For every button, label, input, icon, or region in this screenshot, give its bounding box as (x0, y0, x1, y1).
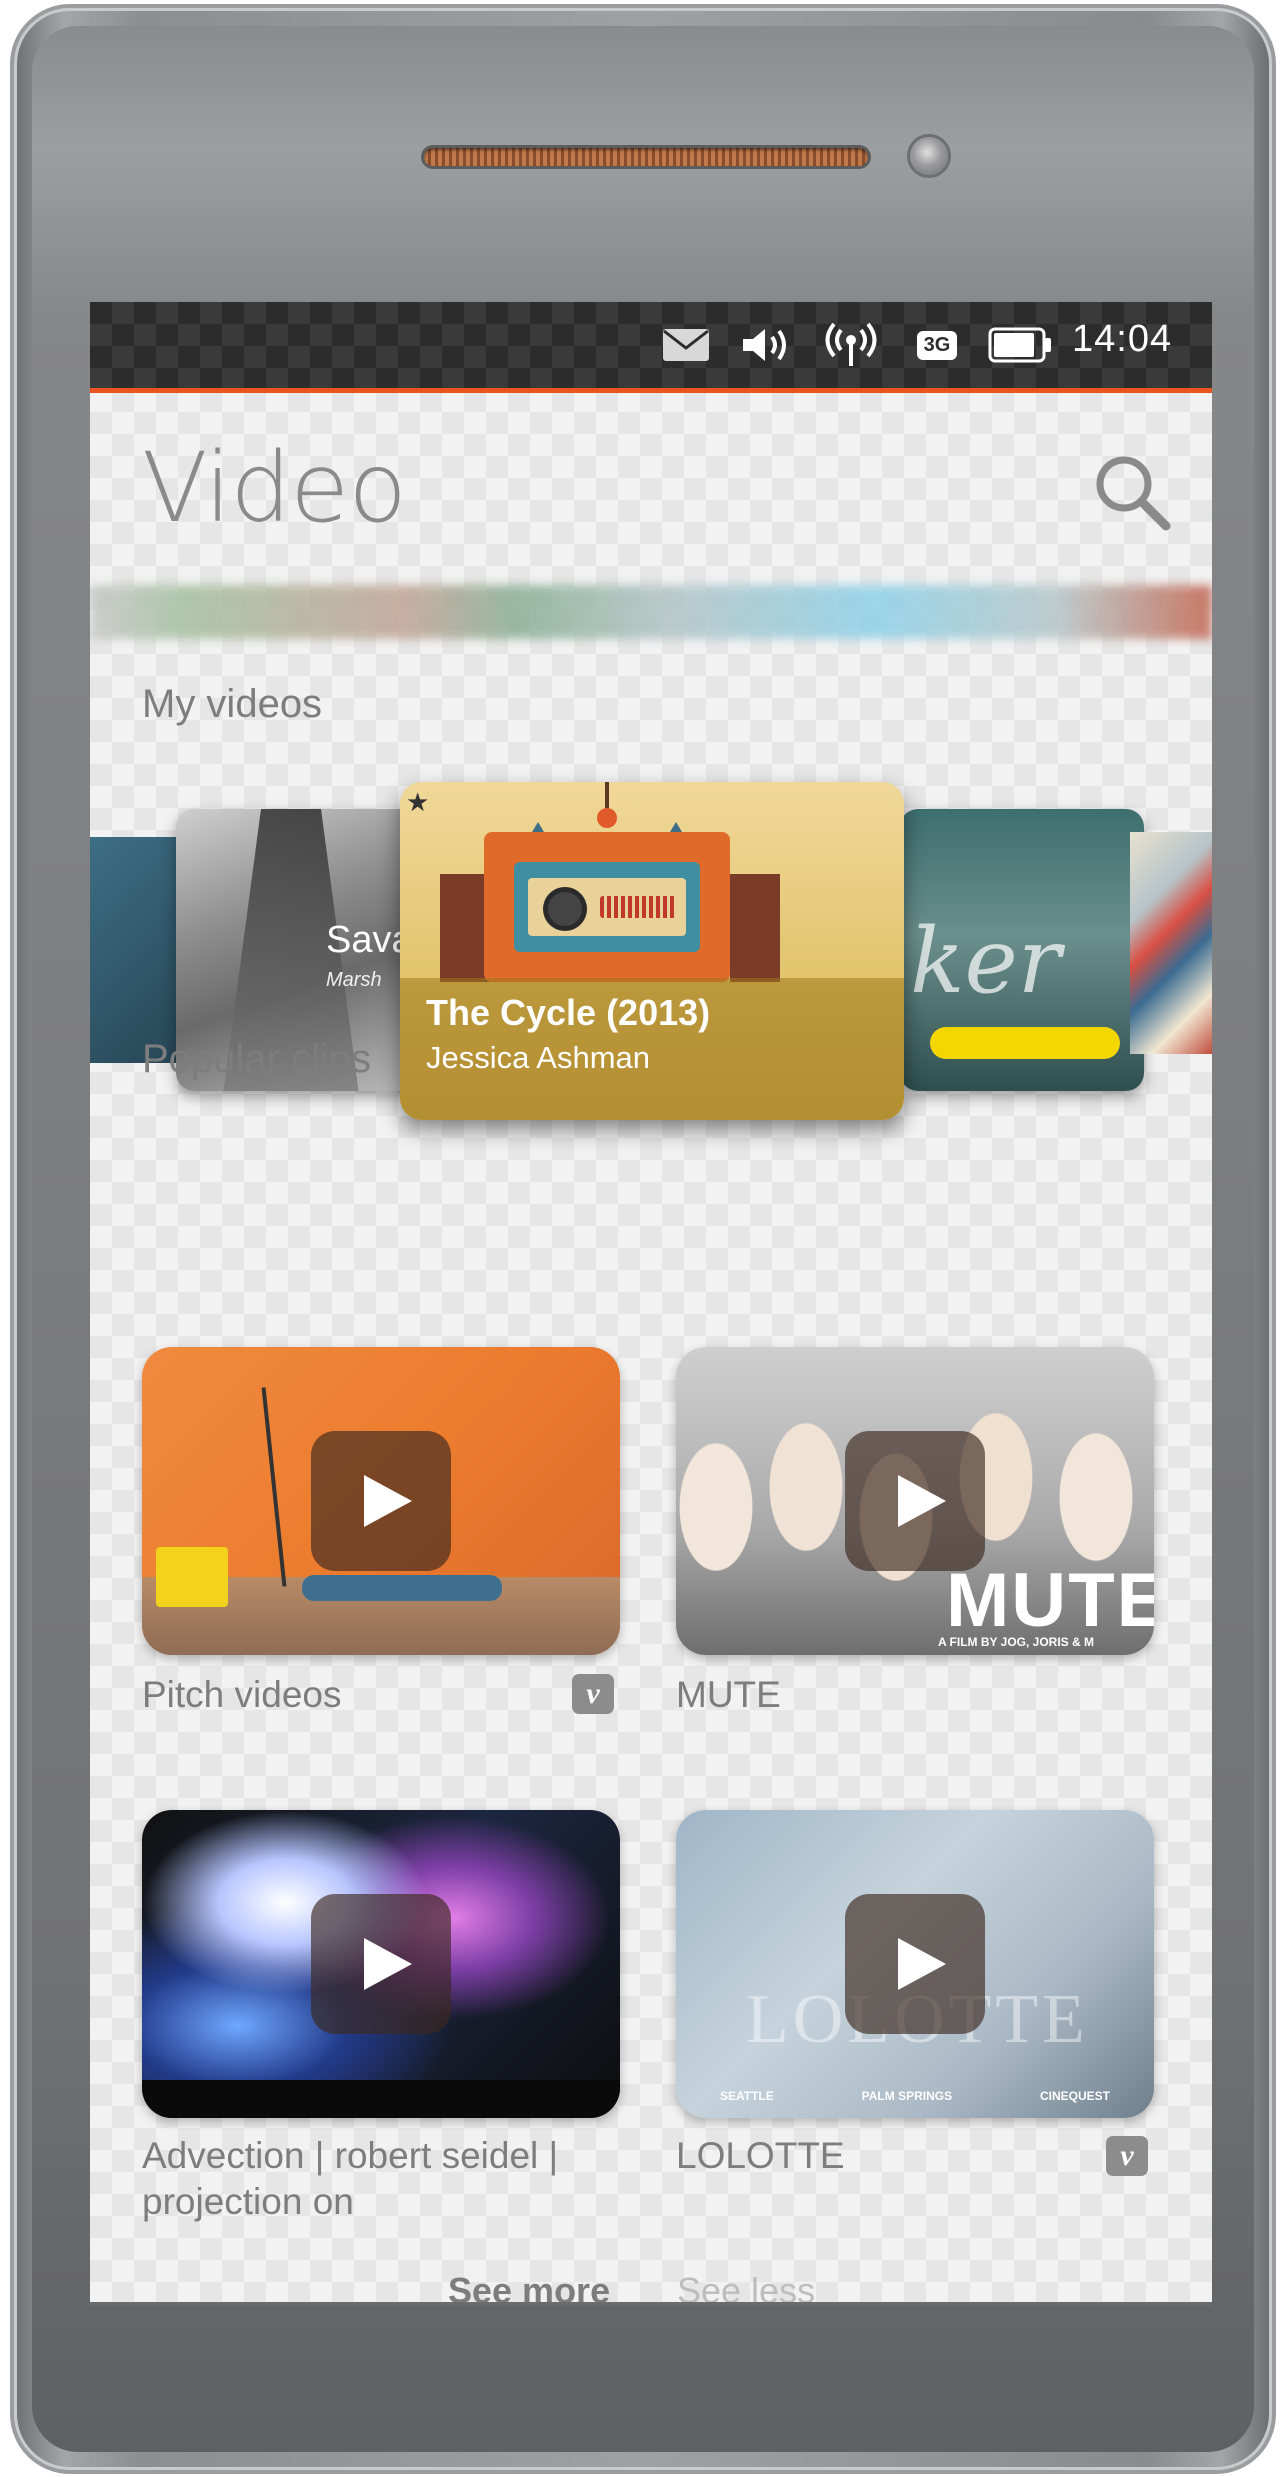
play-button[interactable] (845, 1894, 985, 2034)
video-card-bike[interactable]: ker (900, 809, 1144, 1091)
network-icon[interactable] (823, 322, 879, 366)
card-title: The Cycle (2013) (426, 992, 711, 1033)
video-card-edge-right[interactable] (1130, 832, 1212, 1054)
clip-thumbnail-mute[interactable]: MUTE A FILM BY JOG, JORIS & M (676, 1347, 1154, 1655)
thumbnail-block (730, 874, 780, 982)
search-icon (1096, 456, 1171, 531)
play-button[interactable] (311, 1894, 451, 2034)
network-type-label: 3G (916, 330, 958, 360)
section-popular-clips-label: Popular clips (142, 1037, 372, 1081)
clip-title[interactable]: Advection | robert seidel | projection o… (142, 2133, 562, 2225)
thumbnail-yellow-band (930, 1027, 1120, 1059)
status-bar[interactable]: 3G 14:04 (90, 302, 1212, 393)
front-camera (910, 137, 948, 175)
thumbnail-mop (261, 1387, 287, 1587)
clip-thumbnail-lolotte[interactable]: LOLOTTE SEATTLE PALM SPRINGS CINEQUEST (676, 1810, 1154, 2118)
play-icon (898, 1938, 946, 1990)
page-title: Video (142, 432, 407, 544)
clip-title[interactable]: LOLOTTE (676, 2133, 845, 2179)
play-button[interactable] (845, 1431, 985, 1571)
thumbnail-laurels: SEATTLE PALM SPRINGS CINEQUEST (676, 2078, 1154, 2114)
thumbnail-script-art: ker (910, 909, 1061, 1014)
3g-icon[interactable]: 3G (908, 324, 966, 366)
department-strip[interactable] (90, 585, 1212, 639)
video-card-edge-left[interactable] (90, 837, 178, 1063)
thumbnail-credit-text: A FILM BY JOG, JORIS & M (938, 1635, 1095, 1649)
clip-title[interactable]: Pitch videos (142, 1672, 342, 1718)
favorite-icon: ★ (406, 788, 430, 818)
play-icon (898, 1475, 946, 1527)
laurel-text: CINEQUEST (1040, 2089, 1111, 2103)
mail-icon[interactable] (658, 324, 714, 366)
play-icon (364, 1938, 412, 1990)
card-subtitle: Jessica Ashman (426, 1040, 650, 1075)
thumbnail-silhouette (142, 2080, 620, 2118)
section-my-videos-label: My videos (142, 682, 323, 726)
play-button[interactable] (311, 1431, 451, 1571)
volume-icon[interactable] (738, 324, 796, 366)
thumbnail-robot (484, 832, 730, 982)
see-less-button[interactable]: See less (677, 2270, 815, 2302)
video-card-the-cycle[interactable]: ★ The Cycle (2013) Jessica Ashman (400, 782, 904, 1120)
earpiece-speaker (424, 148, 868, 166)
vimeo-icon: v (572, 1674, 614, 1714)
thumbnail-subtitle: Marsh (326, 969, 382, 991)
clip-thumbnail-advection[interactable] (142, 1810, 620, 2118)
play-icon (364, 1475, 412, 1527)
thumbnail-block (440, 874, 490, 982)
status-clock[interactable]: 14:04 (1072, 318, 1172, 361)
screen-bottom-edge (90, 2302, 1212, 2306)
laurel-text: PALM SPRINGS (861, 2089, 953, 2103)
battery-icon[interactable] (986, 324, 1056, 366)
thumbnail-bucket (156, 1547, 228, 1607)
clip-title[interactable]: MUTE (676, 1672, 781, 1718)
vimeo-icon: v (1106, 2136, 1148, 2176)
clip-thumbnail-pitch-videos[interactable] (142, 1347, 620, 1655)
thumbnail-antenna (597, 782, 617, 828)
laurel-text: SEATTLE (719, 2089, 774, 2103)
screen: 3G 14:04 Video My videos Sava Marsh ker … (90, 302, 1212, 2302)
see-more-button[interactable]: See more (448, 2270, 610, 2302)
search-button[interactable] (1090, 450, 1174, 534)
thumbnail-title-text: MUTE (946, 1558, 1154, 1643)
thumbnail-person (302, 1575, 502, 1601)
see-more-row: See more See less (90, 2270, 1212, 2302)
